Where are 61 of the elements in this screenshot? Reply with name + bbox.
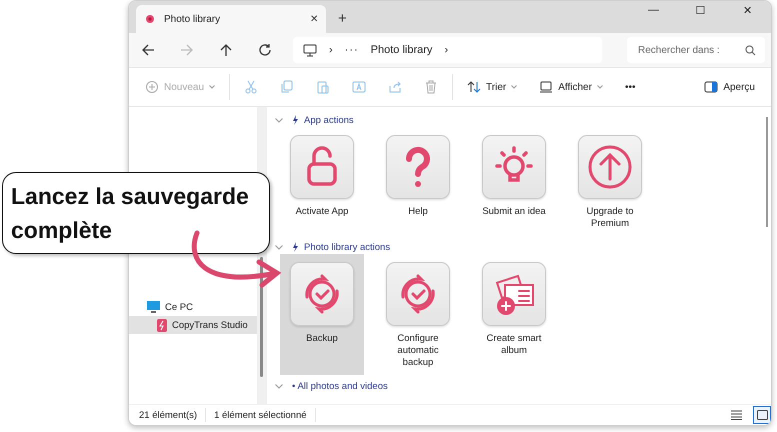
sort-arrows-icon: [467, 80, 482, 94]
group-header[interactable]: • All photos and videos: [275, 379, 388, 393]
monitor-icon: [147, 301, 160, 313]
preview-button[interactable]: Aperçu: [696, 77, 763, 97]
caret-icon: [596, 85, 603, 89]
forward-icon[interactable]: [180, 43, 194, 57]
breadcrumb-separator: ›: [444, 44, 448, 56]
monitor-icon: [303, 44, 317, 56]
group-header[interactable]: Photo library actions: [275, 240, 390, 254]
list-icon: [730, 410, 742, 420]
search-icon: [745, 45, 756, 56]
view-button[interactable]: Afficher: [531, 76, 611, 98]
monitor-icon: [539, 80, 554, 94]
action-tile[interactable]: Upgrade to Premium: [568, 127, 652, 236]
sort-button[interactable]: Trier: [459, 76, 526, 98]
app-icon: [157, 318, 167, 332]
up-icon[interactable]: [219, 43, 233, 57]
chevron-icon: [275, 384, 283, 388]
breadcrumb-separator: ›: [329, 44, 333, 56]
refresh-icon[interactable]: [258, 43, 272, 57]
caret-icon: [511, 85, 518, 89]
action-tile[interactable]: Activate App: [280, 127, 364, 236]
action-tile[interactable]: Help: [376, 127, 460, 236]
lightning-icon: [292, 242, 299, 252]
selection-count: 1 élément sélectionné: [214, 410, 307, 420]
copy-icon: [280, 80, 294, 94]
more-button[interactable]: •••: [616, 78, 644, 96]
address-bar[interactable]: › ··· Photo library ›: [293, 37, 602, 63]
scissors-icon: [244, 80, 258, 94]
back-icon[interactable]: [141, 43, 155, 57]
search-field[interactable]: Rechercher dans :: [627, 37, 765, 63]
chevron-icon: [275, 118, 283, 122]
share-icon: [388, 80, 402, 94]
split-pane-icon: [704, 81, 718, 93]
tab-title: Photo library: [164, 14, 222, 24]
tiles-view-button[interactable]: [753, 406, 771, 424]
square-icon: [756, 410, 768, 420]
action-tile[interactable]: Submit an idea: [472, 127, 556, 236]
clipboard-icon: [316, 80, 330, 94]
close-tab-button[interactable]: ✕: [310, 13, 318, 25]
plus-circle-icon: [145, 80, 159, 94]
sidebar-item[interactable]: Ce PC: [129, 298, 257, 316]
chevron-icon: [275, 244, 283, 250]
action-tile[interactable]: Create smart album: [472, 254, 556, 375]
sidebar-item[interactable]: CopyTrans Studio: [129, 316, 257, 334]
close-button[interactable]: ✕: [724, 1, 771, 33]
rename-icon: [352, 80, 366, 94]
lightning-icon: [292, 115, 299, 125]
trash-icon: [424, 80, 438, 94]
group-header[interactable]: App actions: [275, 113, 354, 127]
caret-icon: [209, 85, 216, 89]
item-count: 21 élément(s): [139, 410, 198, 420]
maximize-button[interactable]: ☐: [677, 1, 724, 33]
browser-tab[interactable]: Photo library ✕: [136, 5, 326, 33]
minimize-button[interactable]: —: [630, 1, 677, 33]
breadcrumb-overflow[interactable]: ···: [344, 44, 359, 56]
breadcrumb-item[interactable]: Photo library: [370, 44, 432, 56]
action-tile[interactable]: Configure automatic backup: [376, 254, 460, 375]
callout-bubble: Lancez la sauvegarde complète: [2, 172, 270, 254]
new-tab-button[interactable]: +: [338, 10, 347, 27]
action-tile[interactable]: Backup: [280, 254, 364, 375]
